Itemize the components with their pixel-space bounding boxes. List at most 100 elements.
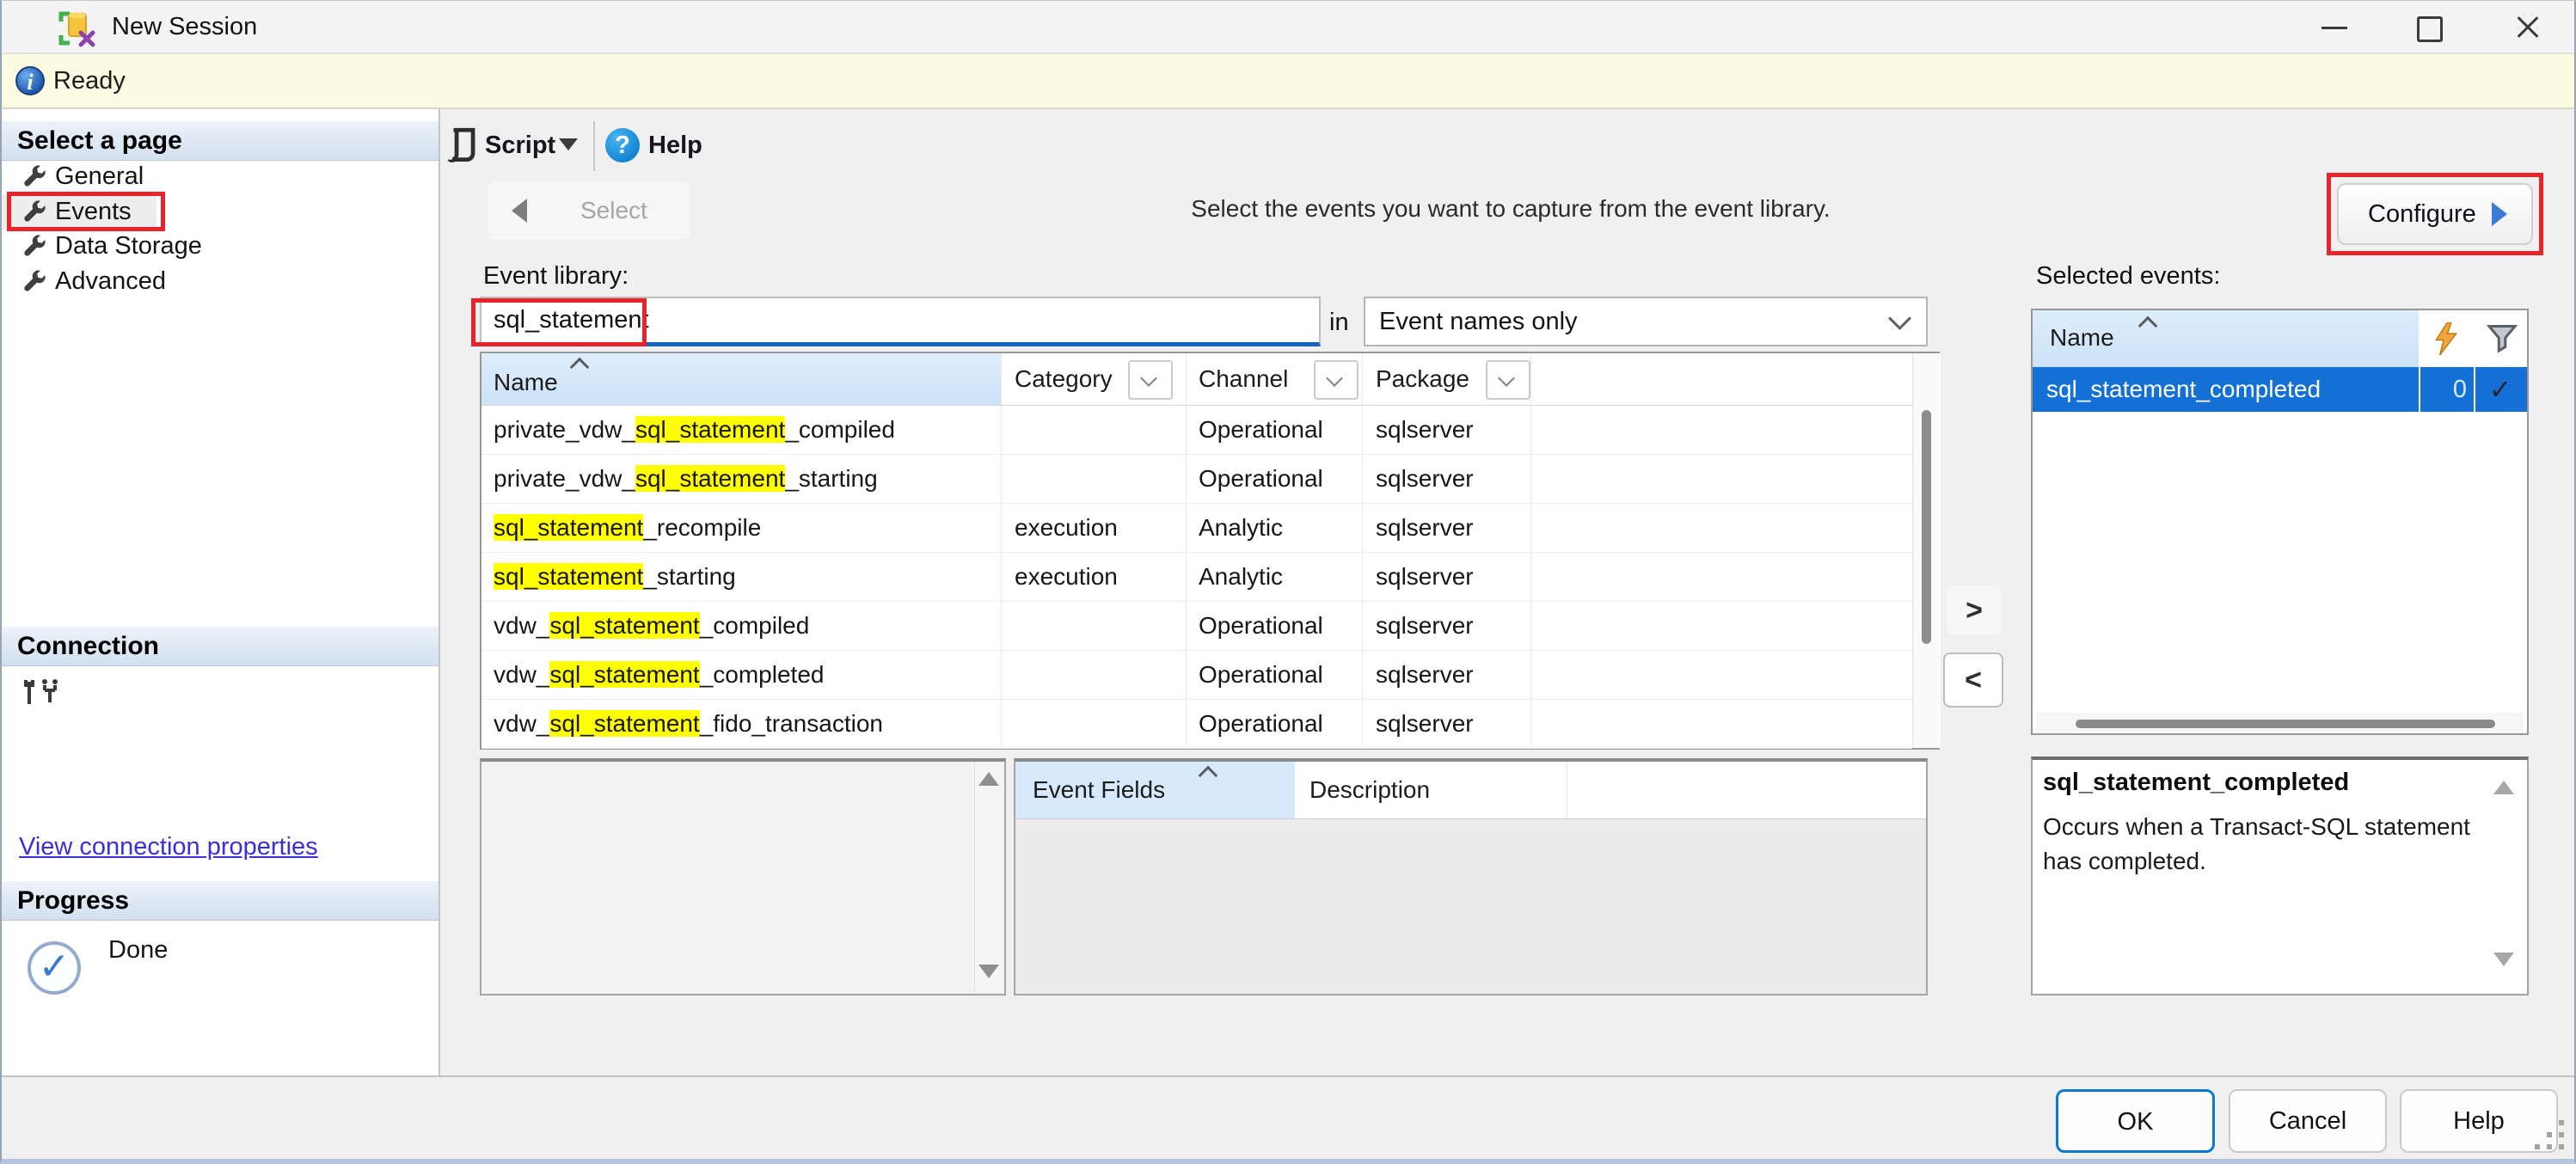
select-nav-button[interactable]: Select bbox=[488, 181, 690, 240]
wrench-icon bbox=[22, 270, 46, 294]
event-description-panel: sql_statement_completed Occurs when a Tr… bbox=[2031, 757, 2529, 996]
search-match-highlight: sql_statement bbox=[635, 416, 785, 443]
chevron-down-icon bbox=[1498, 370, 1515, 387]
script-dropdown-icon[interactable] bbox=[559, 138, 578, 150]
event-detail-empty-panel bbox=[480, 758, 1006, 996]
remove-event-button[interactable]: < bbox=[1943, 652, 2003, 708]
sidebar-item-general[interactable]: General bbox=[2, 159, 439, 194]
minimize-button[interactable] bbox=[2293, 1, 2374, 52]
view-connection-properties-link[interactable]: View connection properties bbox=[19, 833, 318, 861]
chevron-down-icon bbox=[1140, 370, 1157, 387]
table-row[interactable]: sql_statement_recompile execution Analyt… bbox=[481, 504, 1912, 553]
search-match-highlight: sql_statement bbox=[635, 465, 785, 492]
in-label: in bbox=[1329, 309, 1349, 337]
column-header-package[interactable]: Package bbox=[1376, 353, 1469, 405]
chevron-down-icon bbox=[1888, 307, 1911, 330]
minimize-icon bbox=[2321, 27, 2347, 29]
status-text: Ready bbox=[53, 54, 126, 107]
wrench-icon bbox=[22, 165, 46, 189]
sidebar: Select a page General Events Data Storag… bbox=[2, 109, 440, 1077]
event-library-table: Name Category Channel Package private_vd… bbox=[480, 352, 1940, 750]
connection-icon bbox=[19, 677, 60, 711]
select-a-page-header: Select a page bbox=[2, 121, 439, 161]
connection-header: Connection bbox=[2, 627, 439, 666]
session-app-icon bbox=[57, 9, 96, 48]
sidebar-item-data-storage[interactable]: Data Storage bbox=[2, 229, 439, 264]
scroll-up-icon[interactable] bbox=[978, 772, 999, 786]
column-header-description[interactable]: Description bbox=[1309, 762, 1430, 818]
events-annotation-box bbox=[7, 192, 165, 231]
add-event-button[interactable]: > bbox=[1947, 585, 2002, 635]
help-icon: ? bbox=[605, 128, 640, 162]
event-description-text: Occurs when a Transact-SQL statement has… bbox=[2043, 810, 2473, 879]
sort-asc-icon bbox=[1199, 766, 1218, 786]
event-fields-panel: Event Fields Description bbox=[1014, 758, 1928, 996]
action-count: 0 bbox=[2419, 367, 2467, 412]
scroll-up-icon[interactable] bbox=[2493, 781, 2514, 794]
vertical-scrollbar[interactable] bbox=[974, 762, 1004, 992]
configure-annotation-box bbox=[2327, 173, 2543, 255]
sort-asc-icon bbox=[2138, 316, 2158, 336]
table-row[interactable]: vdw_sql_statement_completed Operational … bbox=[481, 651, 1912, 700]
done-check-icon: ✓ bbox=[28, 941, 81, 995]
sort-asc-icon bbox=[570, 358, 590, 377]
title-bar: New Session bbox=[2, 1, 2576, 54]
scope-value: Event names only bbox=[1379, 298, 1578, 345]
column-header-name[interactable]: Name bbox=[481, 353, 1001, 405]
horizontal-scrollbar[interactable] bbox=[2036, 713, 2524, 733]
chevron-down-icon bbox=[1326, 370, 1343, 387]
channel-filter-button[interactable] bbox=[1314, 360, 1359, 400]
scrollbar-thumb[interactable] bbox=[2076, 720, 2495, 728]
status-bar: i Ready bbox=[2, 54, 2576, 109]
progress-header: Progress bbox=[2, 881, 439, 921]
scroll-down-icon[interactable] bbox=[978, 965, 999, 978]
search-scope-dropdown[interactable]: Event names only bbox=[1364, 297, 1928, 346]
search-match-highlight: sql_statement bbox=[494, 563, 643, 590]
vertical-scrollbar[interactable] bbox=[1912, 353, 1941, 748]
help-button[interactable]: Help bbox=[2400, 1089, 2558, 1153]
maximize-icon bbox=[2417, 16, 2443, 42]
filter-icon[interactable] bbox=[2487, 322, 2518, 353]
progress-status: Done bbox=[108, 936, 168, 965]
ok-button[interactable]: OK bbox=[2056, 1089, 2215, 1153]
column-header-category[interactable]: Category bbox=[1015, 353, 1113, 405]
enabled-check-icon[interactable]: ✓ bbox=[2474, 367, 2527, 412]
wrench-icon bbox=[22, 235, 46, 259]
scrollbar-thumb[interactable] bbox=[1922, 410, 1931, 644]
search-match-highlight: sql_statement bbox=[494, 514, 643, 541]
column-header-channel[interactable]: Channel bbox=[1199, 353, 1288, 405]
table-row[interactable]: private_vdw_sql_statement_compiled Opera… bbox=[481, 406, 1912, 455]
close-button[interactable] bbox=[2487, 1, 2567, 52]
selected-column-header-name[interactable]: Name bbox=[2033, 310, 2419, 367]
cancel-button[interactable]: Cancel bbox=[2229, 1089, 2387, 1153]
table-row[interactable]: vdw_sql_statement_compiled Operational s… bbox=[481, 602, 1912, 651]
column-header-event-fields[interactable]: Event Fields bbox=[1015, 762, 1295, 818]
window-title: New Session bbox=[112, 1, 257, 52]
selected-event-row[interactable]: sql_statement_completed 0 ✓ bbox=[2033, 367, 2527, 412]
sidebar-item-advanced[interactable]: Advanced bbox=[2, 264, 439, 299]
instruction-text: Select the events you want to capture fr… bbox=[1038, 195, 1984, 223]
event-name-title: sql_statement_completed bbox=[2043, 769, 2349, 797]
selected-events-table: Name sql_statement_completed 0 ✓ bbox=[2031, 309, 2529, 735]
lightning-icon[interactable] bbox=[2433, 322, 2459, 355]
package-filter-button[interactable] bbox=[1486, 360, 1530, 400]
category-filter-button[interactable] bbox=[1128, 360, 1173, 400]
search-annotation-box bbox=[471, 298, 647, 346]
script-button[interactable]: Script bbox=[485, 121, 555, 169]
toolbar-separator bbox=[593, 121, 595, 171]
selected-events-label: Selected events: bbox=[2036, 262, 2220, 291]
back-arrow-icon bbox=[512, 199, 527, 223]
event-library-label: Event library: bbox=[483, 262, 629, 291]
info-icon: i bbox=[15, 66, 45, 95]
table-row[interactable]: private_vdw_sql_statement_starting Opera… bbox=[481, 455, 1912, 504]
footer-divider bbox=[2, 1075, 2576, 1077]
script-icon bbox=[445, 126, 478, 164]
maximize-button[interactable] bbox=[2388, 1, 2469, 52]
search-match-highlight: sql_statement bbox=[549, 710, 699, 737]
search-match-highlight: sql_statement bbox=[549, 661, 699, 688]
table-row[interactable]: sql_statement_starting execution Analyti… bbox=[481, 553, 1912, 602]
scroll-down-icon[interactable] bbox=[2493, 953, 2514, 966]
toolbar-help-button[interactable]: Help bbox=[648, 121, 702, 169]
new-session-dialog: New Session i Ready Select a page Genera… bbox=[0, 0, 2576, 1164]
table-row[interactable]: vdw_sql_statement_fido_transaction Opera… bbox=[481, 700, 1912, 749]
